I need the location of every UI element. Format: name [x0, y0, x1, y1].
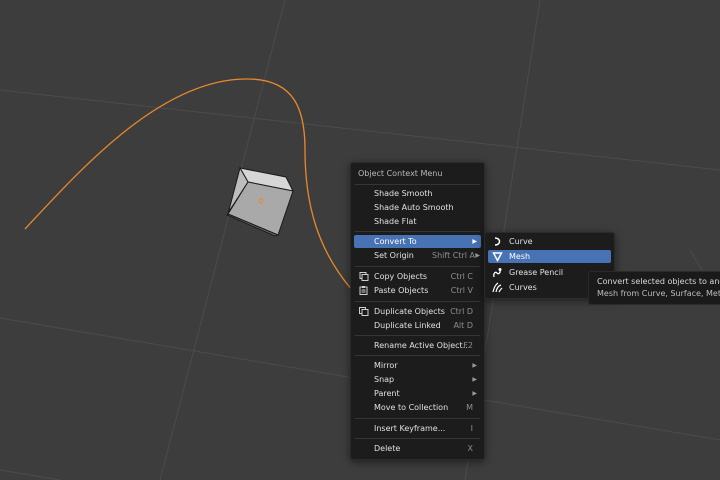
mesh-icon	[492, 252, 503, 262]
menu-item-snap[interactable]: Snap ▶	[354, 373, 481, 386]
menu-separator	[355, 418, 480, 419]
menu-item-paste-objects[interactable]: Paste Objects Ctrl V	[354, 284, 481, 297]
menu-separator	[355, 266, 480, 267]
cube-object[interactable]	[226, 166, 294, 237]
menu-separator	[355, 335, 480, 336]
duplicate-icon	[359, 307, 369, 316]
menu-item-delete[interactable]: Delete X	[354, 442, 481, 455]
convert-to-tooltip: Convert selected objects to another Mesh…	[588, 271, 720, 305]
menu-separator	[355, 231, 480, 232]
tooltip-line-2: Mesh from Curve, Surface, Metaball	[597, 289, 720, 298]
menu-separator	[355, 438, 480, 439]
grease-pencil-icon	[493, 268, 502, 278]
menu-item-duplicate-linked[interactable]: Duplicate Linked Alt D	[354, 319, 481, 332]
menu-item-shade-flat[interactable]: Shade Flat	[354, 215, 481, 228]
curve-icon	[494, 237, 501, 246]
submenu-arrow-icon: ▶	[472, 390, 477, 397]
menu-item-convert-to[interactable]: Convert To ▶	[354, 235, 481, 248]
submenu-item-curve[interactable]: Curve	[488, 235, 611, 248]
menu-item-parent[interactable]: Parent ▶	[354, 387, 481, 400]
menu-item-move-to-collection[interactable]: Move to Collection M	[354, 401, 481, 414]
menu-title: Object Context Menu	[358, 169, 443, 178]
submenu-arrow-icon: ▶	[472, 362, 477, 369]
tooltip-line-1: Convert selected objects to another	[597, 277, 720, 286]
menu-item-insert-keyframe[interactable]: Insert Keyframe... I	[354, 422, 481, 435]
menu-item-rename-active-object[interactable]: Rename Active Object... F2	[354, 339, 481, 352]
submenu-arrow-icon: ▶	[475, 252, 480, 259]
submenu-arrow-icon: ▶	[472, 376, 477, 383]
curves-icon	[492, 282, 503, 293]
copy-icon	[359, 272, 369, 281]
paste-icon	[359, 286, 368, 295]
menu-item-mirror[interactable]: Mirror ▶	[354, 359, 481, 372]
menu-separator	[355, 301, 480, 302]
menu-item-duplicate-objects[interactable]: Duplicate Objects Ctrl D	[354, 305, 481, 318]
menu-item-shade-smooth[interactable]: Shade Smooth	[354, 187, 481, 200]
submenu-item-mesh[interactable]: Mesh	[488, 250, 611, 263]
menu-separator	[355, 355, 480, 356]
menu-separator	[355, 184, 480, 185]
menu-item-set-origin[interactable]: Set Origin Shift Ctrl A ▶	[354, 249, 481, 262]
menu-item-copy-objects[interactable]: Copy Objects Ctrl C	[354, 270, 481, 283]
menu-item-shade-auto-smooth[interactable]: Shade Auto Smooth	[354, 201, 481, 214]
submenu-arrow-icon: ▶	[472, 238, 477, 245]
object-context-menu: Object Context Menu Shade Smooth Shade A…	[350, 162, 485, 460]
